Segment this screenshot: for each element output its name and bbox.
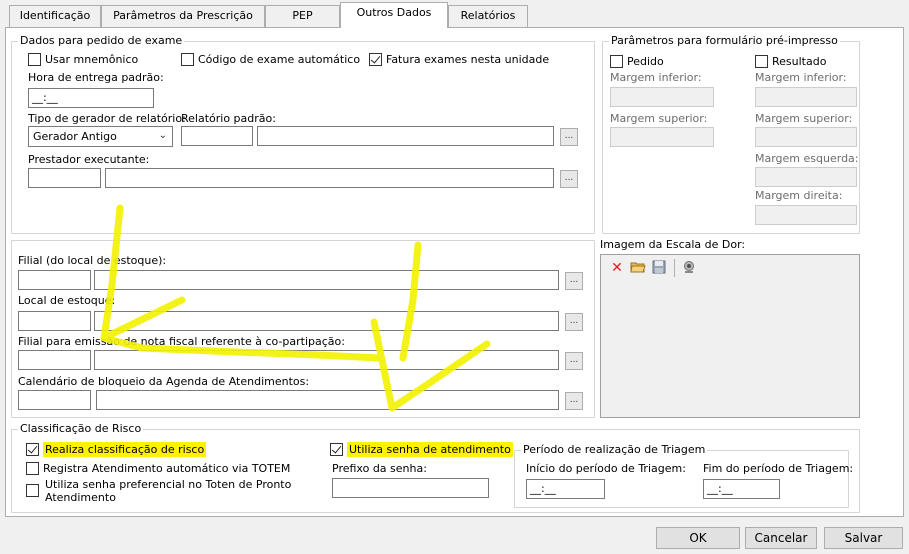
realiza-classificacao-checkbox[interactable]: Realiza classificação de risco [26, 442, 207, 457]
filial-lookup-button[interactable]: ... [565, 272, 583, 290]
local-lookup-button[interactable]: ... [565, 313, 583, 331]
checkbox-box[interactable] [610, 55, 623, 68]
hora-input[interactable]: __:__ [28, 88, 154, 108]
pedido-label: Pedido [627, 55, 664, 68]
pedido-margem-superior-input[interactable] [610, 127, 714, 147]
utiliza-senha-label: Utiliza senha de atendimento [347, 442, 513, 457]
resultado-margem-direita-label: Margem direita: [755, 189, 843, 202]
filial-nf-code-input[interactable] [18, 350, 91, 370]
triagem-inicio-label: Início do período de Triagem: [526, 462, 686, 475]
prestador-label: Prestador executante: [28, 153, 150, 166]
ok-button[interactable]: OK [656, 527, 740, 549]
filial-nf-desc-input[interactable] [94, 350, 559, 370]
checkbox-box[interactable] [26, 443, 39, 456]
calendario-label: Calendário de bloqueio da Agenda de Aten… [18, 375, 310, 388]
pain-scale-title: Imagem da Escala de Dor: [600, 238, 746, 251]
relatorio-label: Relatório padrão: [181, 112, 276, 125]
open-folder-icon[interactable] [630, 260, 646, 276]
checkbox-box[interactable] [330, 443, 343, 456]
triagem-fim-label: Fim do período de Triagem: [703, 462, 854, 475]
fatura-label: Fatura exames nesta unidade [386, 53, 550, 66]
prefixo-label: Prefixo da senha: [332, 462, 427, 475]
toolbar-separator [674, 259, 675, 277]
registra-totem-label: Registra Atendimento automático via TOTE… [43, 462, 291, 475]
tipo-select-value: Gerador Antigo [33, 130, 117, 143]
relatorio-code-input[interactable] [181, 126, 253, 146]
pedido-margem-inferior-label: Margem inferior: [610, 71, 702, 84]
delete-icon[interactable]: ✕ [609, 260, 625, 276]
tab-parametros-prescricao[interactable]: Parâmetros da Prescrição [101, 5, 265, 27]
filial-nf-lookup-button[interactable]: ... [565, 352, 583, 370]
resultado-margem-superior-input[interactable] [755, 127, 857, 147]
mnemonic-label: Usar mnemônico [45, 53, 139, 66]
resultado-margem-direita-input[interactable] [755, 205, 857, 225]
chevron-down-icon: ⌄ [158, 130, 167, 141]
local-label: Local de estoque: [18, 294, 116, 307]
registra-totem-checkbox[interactable]: Registra Atendimento automático via TOTE… [26, 462, 290, 476]
resultado-margem-inferior-label: Margem inferior: [755, 71, 847, 84]
triagem-fim-input[interactable]: __:__ [703, 479, 780, 499]
checkbox-box[interactable] [26, 484, 39, 497]
tab-identificacao[interactable]: Identificação [9, 5, 101, 27]
prestador-lookup-button[interactable]: ... [560, 170, 578, 188]
resultado-margem-inferior-input[interactable] [755, 87, 857, 107]
triagem-group-title: Período de realização de Triagem [521, 443, 708, 456]
auto-code-checkbox[interactable]: Código de exame automático [181, 53, 360, 67]
preprint-group-title: Parâmetros para formulário pré-impresso [609, 34, 840, 47]
senha-preferencial-label-line1: Utiliza senha preferencial no Toten de P… [45, 478, 292, 491]
realiza-classificacao-label: Realiza classificação de risco [43, 442, 207, 457]
tab-pep[interactable]: PEP [265, 5, 340, 27]
senha-preferencial-checkbox[interactable]: Utiliza senha preferencial no Toten de P… [26, 478, 306, 508]
resultado-margem-esquerda-input[interactable] [755, 167, 857, 187]
mnemonic-checkbox[interactable]: Usar mnemônico [28, 53, 138, 67]
pain-scale-image-area[interactable]: ✕ [600, 254, 860, 418]
senha-preferencial-label-line2: Atendimento [45, 491, 116, 504]
tab-panel: Dados para pedido de exame Usar mnemônic… [5, 27, 904, 517]
checkbox-box[interactable] [26, 462, 39, 475]
calendario-lookup-button[interactable]: ... [565, 392, 583, 410]
resultado-margem-esquerda-label: Margem esquerda: [755, 152, 859, 165]
local-desc-input[interactable] [94, 311, 559, 331]
tipo-select[interactable]: Gerador Antigo ⌄ [28, 126, 173, 147]
filial-desc-input[interactable] [94, 270, 559, 290]
pedido-margem-inferior-input[interactable] [610, 87, 714, 107]
pedido-margem-superior-label: Margem superior: [610, 112, 708, 125]
cancel-button[interactable]: Cancelar [745, 527, 817, 549]
tab-relatorios[interactable]: Relatórios [448, 5, 528, 27]
tipo-label: Tipo de gerador de relatório: [28, 112, 186, 125]
relatorio-desc-input[interactable] [257, 126, 554, 146]
calendario-code-input[interactable] [18, 390, 91, 410]
resultado-margem-superior-label: Margem superior: [755, 112, 853, 125]
exam-group-title: Dados para pedido de exame [18, 34, 185, 47]
checkbox-box[interactable] [369, 53, 382, 66]
calendario-desc-input[interactable] [96, 390, 559, 410]
fatura-checkbox[interactable]: Fatura exames nesta unidade [369, 53, 549, 67]
local-code-input[interactable] [18, 311, 91, 331]
filial-nf-label: Filial para emissão de nota fiscal refer… [18, 335, 345, 348]
filial-label: Filial (do local de estoque): [18, 254, 167, 267]
prestador-desc-input[interactable] [105, 168, 554, 188]
risk-group-title: Classificação de Risco [18, 422, 144, 435]
webcam-icon[interactable] [681, 260, 697, 276]
hora-label: Hora de entrega padrão: [28, 71, 164, 84]
utiliza-senha-checkbox[interactable]: Utiliza senha de atendimento [330, 442, 513, 457]
prefixo-input[interactable] [332, 478, 489, 498]
resultado-checkbox[interactable]: Resultado [755, 55, 826, 69]
resultado-label: Resultado [772, 55, 827, 68]
tab-outros-dados[interactable]: Outros Dados [340, 2, 448, 28]
save-icon[interactable] [651, 260, 667, 276]
prestador-code-input[interactable] [28, 168, 101, 188]
save-button[interactable]: Salvar [824, 527, 903, 549]
relatorio-lookup-button[interactable]: ... [560, 128, 578, 146]
checkbox-box[interactable] [28, 53, 41, 66]
triagem-inicio-input[interactable]: __:__ [526, 479, 605, 499]
pedido-checkbox[interactable]: Pedido [610, 55, 664, 69]
checkbox-box[interactable] [181, 53, 194, 66]
filial-code-input[interactable] [18, 270, 91, 290]
checkbox-box[interactable] [755, 55, 768, 68]
auto-code-label: Código de exame automático [198, 53, 361, 66]
